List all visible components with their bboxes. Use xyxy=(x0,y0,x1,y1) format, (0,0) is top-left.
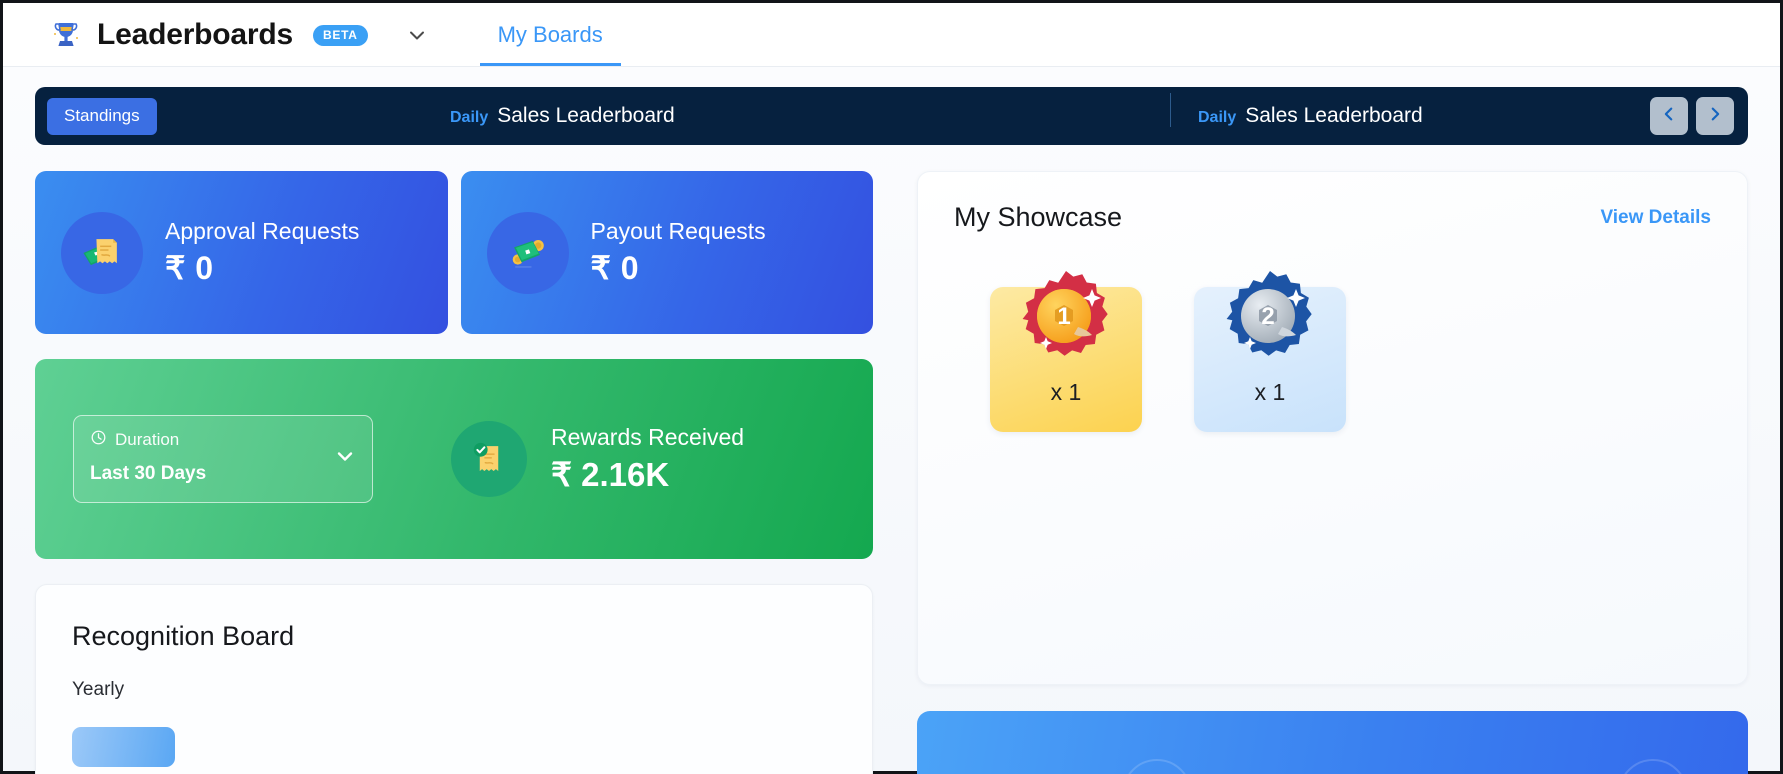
recognition-board-period: Yearly xyxy=(72,679,125,700)
page-title: Leaderboards xyxy=(97,18,293,51)
chevron-down-icon[interactable] xyxy=(334,446,356,473)
beta-badge: BETA xyxy=(313,24,368,46)
standings-bar: Standings Daily Sales Leaderboard Daily … xyxy=(35,87,1748,145)
main-content: Approval Requests ₹ 0 Payout Requests ₹ … xyxy=(35,171,1748,774)
board-name-2: Sales Leaderboard xyxy=(1245,104,1423,127)
prev-board-button[interactable] xyxy=(1650,97,1688,135)
payout-requests-text: Payout Requests ₹ 0 xyxy=(591,218,766,287)
board-tab-2[interactable]: Daily Sales Leaderboard xyxy=(1170,93,1423,128)
page-body: Standings Daily Sales Leaderboard Daily … xyxy=(3,67,1780,774)
board-name-1: Sales Leaderboard xyxy=(497,104,675,127)
rewards-received-value: ₹ 2.16K xyxy=(551,456,670,493)
chevron-left-icon xyxy=(1660,105,1678,128)
board-period-1: Daily xyxy=(450,109,489,126)
silver-medal-badge-icon: 2 xyxy=(1216,265,1324,373)
decorative-circle-icon xyxy=(1122,759,1192,774)
header-tabs: My Boards xyxy=(479,3,621,67)
svg-text:1: 1 xyxy=(1057,303,1070,330)
svg-text:2: 2 xyxy=(1261,303,1274,330)
next-board-button[interactable] xyxy=(1696,97,1734,135)
tab-my-boards[interactable]: My Boards xyxy=(479,3,621,67)
showcase-badge-silver[interactable]: 2 x 1 xyxy=(1194,271,1346,432)
recognition-board-title: Recognition Board xyxy=(72,621,295,651)
board-tab-1[interactable]: Daily Sales Leaderboard xyxy=(450,104,675,128)
app-header: Leaderboards BETA My Boards xyxy=(3,3,1780,67)
recognition-board-card: Recognition Board Yearly xyxy=(35,584,873,774)
bottom-promo-card[interactable] xyxy=(917,711,1748,774)
standings-button[interactable]: Standings xyxy=(47,97,157,135)
duration-label-row: Duration xyxy=(90,429,356,451)
showcase-badge-row: 1 x 1 2 x 1 xyxy=(954,271,1711,432)
recognition-board-tab[interactable] xyxy=(72,727,175,767)
decorative-circle-icon xyxy=(1618,759,1688,774)
clock-icon xyxy=(90,429,107,451)
showcase-title: My Showcase xyxy=(954,202,1123,232)
brand: Leaderboards BETA xyxy=(49,18,428,52)
right-column: My Showcase View Details 1 x 1 2 x 1 xyxy=(917,171,1748,774)
duration-dropdown[interactable]: Duration Last 30 Days xyxy=(73,415,373,503)
approval-requests-label: Approval Requests xyxy=(165,218,360,244)
rewards-received-block: Rewards Received ₹ 2.16K xyxy=(451,421,744,497)
payout-requests-card[interactable]: Payout Requests ₹ 0 xyxy=(460,171,873,334)
trophy-icon xyxy=(49,18,83,52)
showcase-header: My Showcase View Details xyxy=(954,202,1711,233)
board-period-2: Daily xyxy=(1198,109,1237,126)
showcase-badge-gold[interactable]: 1 x 1 xyxy=(990,271,1142,432)
approval-requests-value: ₹ 0 xyxy=(165,250,214,286)
approval-requests-card[interactable]: Approval Requests ₹ 0 xyxy=(35,171,448,334)
left-column: Approval Requests ₹ 0 Payout Requests ₹ … xyxy=(35,171,873,774)
rewards-received-text: Rewards Received ₹ 2.16K xyxy=(551,424,744,494)
showcase-badge-silver-count: x 1 xyxy=(1254,379,1286,405)
approval-requests-text: Approval Requests ₹ 0 xyxy=(165,218,359,287)
duration-label: Duration xyxy=(115,430,180,449)
chevron-down-icon[interactable] xyxy=(406,24,428,46)
board-nav-group xyxy=(1650,97,1734,135)
payout-requests-label: Payout Requests xyxy=(590,218,766,244)
money-document-icon xyxy=(61,211,143,294)
rewards-received-label: Rewards Received xyxy=(551,424,745,450)
duration-value: Last 30 Days xyxy=(90,463,207,484)
rewards-card: Duration Last 30 Days Rewards Received ₹… xyxy=(35,359,873,559)
receipt-check-icon xyxy=(451,421,527,497)
gold-medal-badge-icon: 1 xyxy=(1012,265,1120,373)
cash-coins-icon xyxy=(486,211,569,294)
my-showcase-card: My Showcase View Details 1 x 1 2 x 1 xyxy=(917,171,1748,685)
stat-card-row: Approval Requests ₹ 0 Payout Requests ₹ … xyxy=(35,171,873,334)
view-details-link[interactable]: View Details xyxy=(1600,207,1711,229)
payout-requests-value: ₹ 0 xyxy=(590,250,640,286)
chevron-right-icon xyxy=(1706,105,1724,128)
showcase-badge-gold-count: x 1 xyxy=(1050,379,1082,405)
